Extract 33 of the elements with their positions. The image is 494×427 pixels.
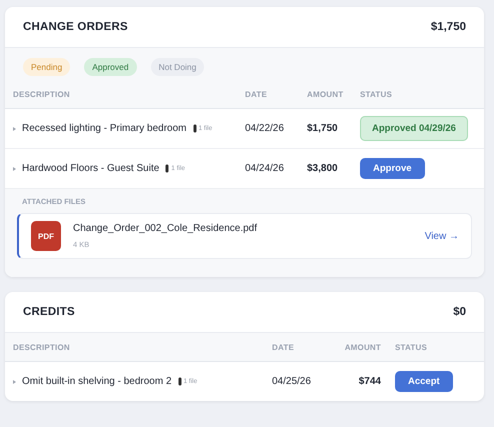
description-text: Hardwood Floors - Guest Suite: [22, 163, 160, 174]
section-title: CREDITS: [23, 306, 75, 318]
column-header: DESCRIPTION: [12, 90, 71, 98]
section-total: $1,750: [430, 21, 466, 33]
action-button[interactable]: Approve: [360, 158, 425, 179]
status-badge: Approved 04/29/26: [360, 116, 468, 141]
column-header: DATE: [272, 342, 295, 352]
action-button[interactable]: Accept: [395, 371, 453, 392]
filter-chip[interactable]: Approved: [84, 58, 137, 76]
amount-cell-text: $744: [358, 376, 382, 387]
amount-cell-text: $1,750: [307, 123, 339, 134]
file-name: Change_Order_002_Cole_Residence.pdf: [73, 223, 258, 234]
amount-cell-text: $3,800: [307, 163, 339, 174]
column-header: AMOUNT: [344, 342, 382, 352]
filter-chip[interactable]: Not Doing: [150, 58, 204, 76]
date-cell-text: 04/25/26: [272, 376, 312, 387]
column-header: AMOUNT: [307, 90, 344, 98]
expand-icon[interactable]: [13, 380, 16, 384]
column-header: DATE: [245, 90, 268, 98]
filter-chip[interactable]: Pending: [23, 58, 70, 76]
description-text: Recessed lighting - Primary bedroom: [22, 123, 187, 134]
expand-icon[interactable]: [13, 126, 16, 130]
section-total: $0: [453, 306, 466, 318]
view-link[interactable]: View →: [424, 230, 459, 242]
section-title: CHANGE ORDERS: [23, 21, 128, 33]
date-cell-text: 04/24/26: [245, 163, 285, 174]
column-header: STATUS: [395, 342, 428, 352]
date-cell-text: 04/22/26: [245, 123, 285, 134]
column-header: DESCRIPTION: [12, 342, 71, 352]
pdf-icon: PDF: [31, 221, 61, 251]
description-text: Omit built-in shelving - bedroom 2: [22, 376, 172, 387]
expand-icon[interactable]: [13, 166, 16, 170]
column-header: STATUS: [360, 90, 394, 98]
